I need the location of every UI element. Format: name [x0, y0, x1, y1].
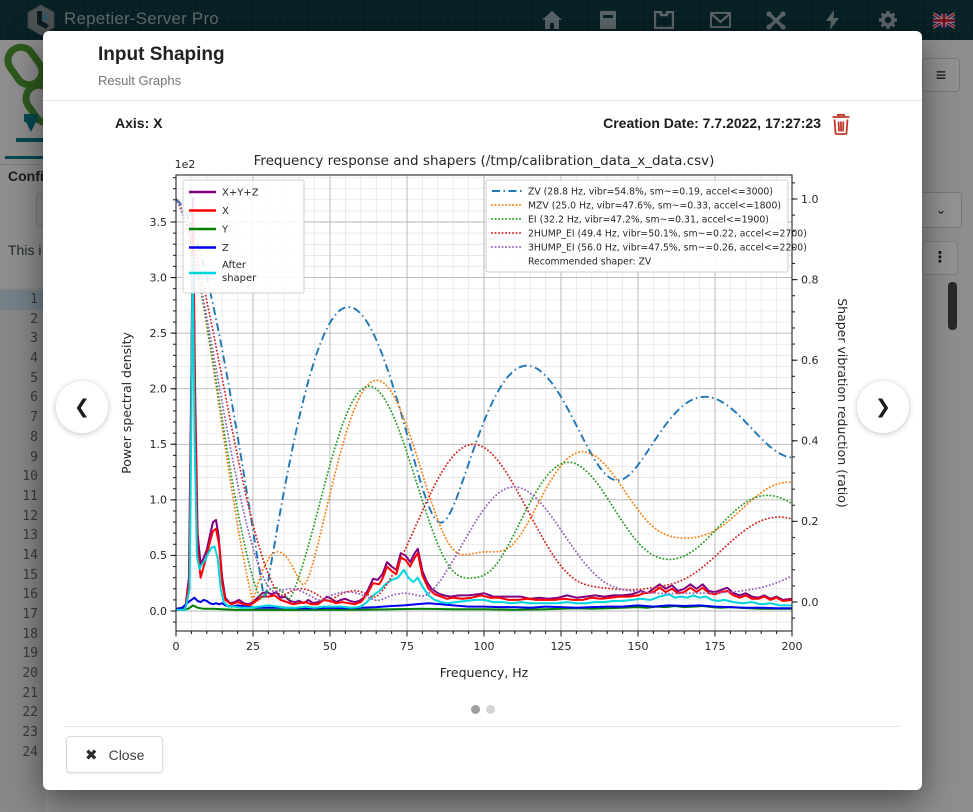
svg-text:2HUMP_EI (49.4 Hz, vibr=50.1%,: 2HUMP_EI (49.4 Hz, vibr=50.1%, sm~=0.22,…	[528, 228, 807, 239]
svg-text:shaper: shaper	[222, 273, 257, 284]
svg-text:0.8: 0.8	[801, 273, 819, 286]
carousel-dot[interactable]	[471, 705, 480, 714]
input-shaping-dialog: Input Shaping Result Graphs Axis: X Crea…	[43, 31, 922, 790]
svg-text:3.5: 3.5	[150, 216, 168, 229]
svg-text:1.5: 1.5	[150, 438, 168, 451]
y-axis-label-right: Shaper vibration reduction (ratio)	[835, 298, 850, 508]
svg-text:25: 25	[246, 640, 260, 653]
svg-text:0.4: 0.4	[801, 435, 819, 448]
svg-text:0: 0	[173, 640, 180, 653]
svg-text:75: 75	[400, 640, 414, 653]
svg-text:Y: Y	[221, 225, 229, 236]
graph-meta-row: Axis: X Creation Date: 7.7.2022, 17:27:2…	[115, 113, 853, 135]
close-button[interactable]: ✖ Close	[66, 736, 163, 773]
header-divider	[43, 100, 922, 101]
svg-text:50: 50	[323, 640, 337, 653]
offset-label: 1e2	[175, 158, 196, 171]
close-x-icon: ✖	[85, 746, 98, 764]
svg-text:Recommended shaper: ZV: Recommended shaper: ZV	[528, 256, 652, 267]
result-graph-chart: 0 25 50 75 100 125 150 175 200 0.0 0.5 1.0 1.5 2.0 2.5…	[115, 147, 853, 697]
svg-text:2.0: 2.0	[150, 383, 168, 396]
svg-text:1.0: 1.0	[801, 193, 819, 206]
carousel-next-button[interactable]: ❯	[857, 381, 909, 433]
svg-text:ZV (28.8 Hz, vibr=54.8%, sm~=0: ZV (28.8 Hz, vibr=54.8%, sm~=0.19, accel…	[528, 186, 773, 197]
delete-trash-icon[interactable]	[831, 113, 853, 135]
close-button-label: Close	[109, 747, 145, 763]
svg-text:3HUMP_EI (56.0 Hz, vibr=47.5%,: 3HUMP_EI (56.0 Hz, vibr=47.5%, sm~=0.26,…	[528, 242, 807, 253]
svg-text:2.5: 2.5	[150, 327, 168, 340]
svg-text:1.0: 1.0	[150, 494, 168, 507]
legend-psd: X+Y+Z XYZ After shaper	[183, 180, 304, 293]
svg-text:0.0: 0.0	[150, 605, 168, 618]
svg-text:0.2: 0.2	[801, 515, 819, 528]
svg-text:200: 200	[782, 640, 803, 653]
svg-text:3.0: 3.0	[150, 271, 168, 284]
footer-divider	[65, 726, 900, 727]
svg-text:EI (32.2 Hz, vibr=47.2%, sm~=0: EI (32.2 Hz, vibr=47.2%, sm~=0.31, accel…	[528, 214, 769, 225]
x-axis-label: Frequency, Hz	[440, 665, 529, 680]
creation-date: Creation Date: 7.7.2022, 17:27:23	[603, 115, 821, 131]
svg-text:0.0: 0.0	[801, 596, 819, 609]
svg-text:0.5: 0.5	[150, 549, 168, 562]
svg-text:100: 100	[474, 640, 495, 653]
svg-text:175: 175	[705, 640, 726, 653]
svg-text:Z: Z	[222, 243, 229, 254]
dialog-title: Input Shaping	[98, 44, 225, 66]
svg-text:After: After	[222, 260, 247, 271]
legend-shapers: ZV (28.8 Hz, vibr=54.8%, sm~=0.19, accel…	[486, 180, 807, 272]
svg-text:MZV (25.0 Hz, vibr=47.6%, sm~=: MZV (25.0 Hz, vibr=47.6%, sm~=0.33, acce…	[528, 200, 781, 211]
carousel-dot[interactable]	[486, 705, 495, 714]
svg-text:0.6: 0.6	[801, 354, 819, 367]
axis-label: Axis: X	[115, 115, 162, 131]
dialog-subtitle: Result Graphs	[98, 73, 181, 88]
carousel-dots	[43, 705, 922, 714]
svg-text:150: 150	[628, 640, 649, 653]
screen: Repetier-Server Pro	[0, 0, 973, 812]
svg-text:125: 125	[551, 640, 572, 653]
svg-text:X+Y+Z: X+Y+Z	[222, 188, 259, 199]
carousel-prev-button[interactable]: ❮	[56, 381, 108, 433]
svg-text:X: X	[222, 206, 229, 217]
y-axis-label-left: Power spectral density	[119, 332, 134, 474]
chart-title: Frequency response and shapers (/tmp/cal…	[254, 153, 715, 169]
